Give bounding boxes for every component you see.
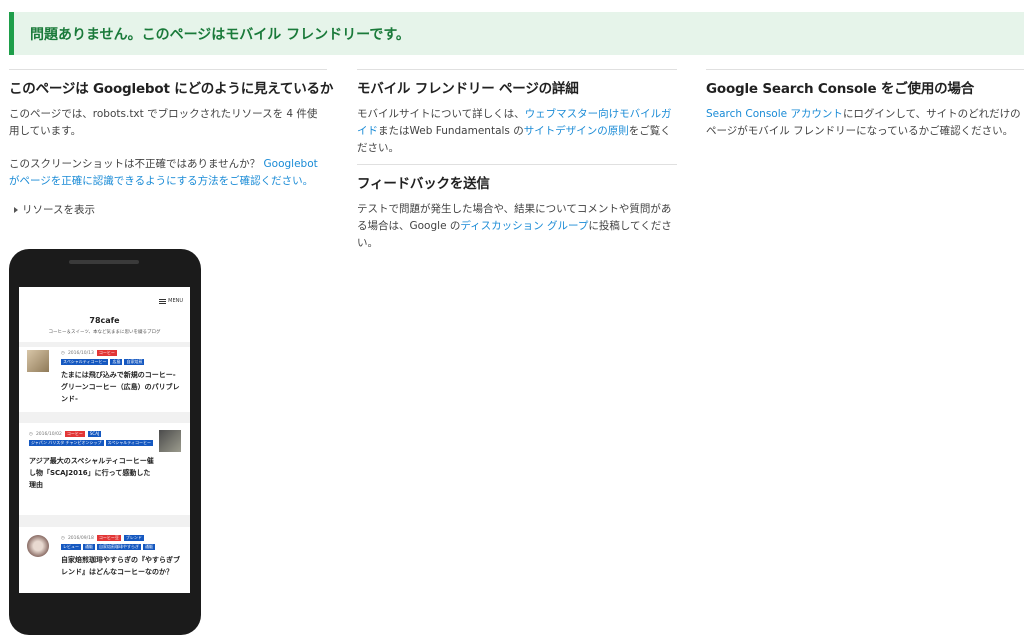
search-console-account-link[interactable]: Search Console アカウント	[706, 108, 843, 120]
feedback-heading: フィードバックを送信	[357, 176, 490, 192]
screenshot-question: このスクリーンショットは不正確ではありませんか？	[9, 158, 261, 170]
article-date: 2016/10/13	[67, 350, 94, 356]
googlebot-view-heading: このページは Googlebot にどのように見えているか	[9, 81, 334, 97]
article-meta: ◷ 2016/10/13 コーヒー	[61, 350, 117, 356]
expand-arrow-icon	[14, 206, 18, 213]
category-tag: コーヒー	[96, 350, 117, 356]
mobile-guide-text: モバイルサイトについて詳しくは、ウェブマスター向けモバイルガイドまたはWeb F…	[357, 106, 677, 157]
site-design-principles-link[interactable]: サイトデザインの原則	[524, 125, 629, 137]
category-tag: コーヒー	[64, 431, 85, 437]
divider	[9, 69, 327, 70]
article-title: 自家焙煎珈琲やすらぎの『やすらぎブレンド』はどんなコーヒーなのか？	[61, 556, 180, 576]
article-tags: レビュー 通販 自家焙煎珈琲やすらぎ 通販	[61, 544, 186, 550]
phone-speaker	[69, 260, 139, 264]
site-subtitle: コーヒー＆スイーツ、本など気ままに思いを綴るブログ	[48, 330, 161, 335]
menu-button: MENU	[159, 298, 183, 304]
googlebot-view-section: このページは Googlebot にどのように見えているか このページでは、ro…	[9, 69, 334, 190]
article-thumbnail	[27, 350, 49, 372]
search-console-text: Search Console アカウントにログインして、サイトのどれだけのページ…	[706, 106, 1024, 140]
tag: ジャパン バリスタ チャンピオンシップ	[29, 440, 104, 446]
tag: スペシャルティコーヒー	[105, 440, 153, 446]
status-message: 問題ありません。このページはモバイル フレンドリーです。	[30, 27, 410, 43]
tag: 通販	[83, 544, 95, 550]
article-meta: ◷ 2016/10/02 コーヒー SCAJ	[29, 431, 102, 437]
hamburger-icon	[159, 298, 167, 304]
article-title: たまには飛び込みで新規のコーヒー-グリーンコーヒー（広島）のパリブレンド-	[61, 371, 180, 403]
article-date: 2016/09/18	[67, 535, 94, 541]
article-date: 2016/10/02	[35, 431, 62, 437]
rendered-page-screenshot: MENU 78cafe コーヒー＆スイーツ、本など気ままに思いを綴るブログ ◷ …	[19, 287, 190, 593]
tag: 通販	[143, 544, 155, 550]
divider	[706, 69, 1024, 70]
mobile-guide-middle: またはWeb Fundamentals の	[378, 125, 524, 137]
category-tag: コーヒー豆	[96, 535, 121, 541]
blocked-resources-text: このページでは、robots.txt でブロックされたリソースを 4 件使用して…	[9, 108, 318, 137]
tag: レビュー	[61, 544, 81, 550]
clock-icon: ◷	[61, 535, 65, 541]
tag: スペシャルティコーヒー	[61, 359, 109, 365]
site-title: 78cafe	[89, 316, 120, 325]
show-resources-toggle[interactable]: リソースを表示	[14, 202, 95, 217]
article-card: ◷ 2016/09/18 コーヒー豆 ブレンド レビュー 通販 自家焙煎珈琲やす…	[19, 527, 190, 593]
article-meta: ◷ 2016/09/18 コーヒー豆 ブレンド	[61, 535, 144, 541]
divider	[357, 164, 677, 165]
menu-label: MENU	[168, 298, 183, 304]
tag: 広島	[110, 359, 123, 365]
article-thumbnail	[159, 430, 181, 452]
screenshot-accuracy-text: このスクリーンショットは不正確ではありませんか？ Googlebot がページを…	[9, 156, 327, 190]
divider	[357, 69, 677, 70]
mobile-friendly-details-section: モバイル フレンドリー ページの詳細 モバイルサイトについて詳しくは、ウェブマス…	[357, 69, 677, 252]
article-card: ◷ 2016/10/13 コーヒー スペシャルティコーヒー 広島 自家焙煎 たま…	[19, 347, 190, 412]
search-console-heading: Google Search Console をご使用の場合	[706, 81, 975, 97]
tag: ブレンド	[123, 535, 144, 541]
feedback-text: テストで問題が発生した場合や、結果についてコメントや質問がある場合は、Googl…	[357, 201, 677, 252]
tag: 自家焙煎珈琲やすらぎ	[97, 544, 141, 550]
article-tags: スペシャルティコーヒー 広島 自家焙煎	[61, 359, 181, 365]
article-thumbnail	[27, 535, 49, 557]
phone-preview: MENU 78cafe コーヒー＆スイーツ、本など気ままに思いを綴るブログ ◷ …	[9, 249, 201, 635]
status-banner: 問題ありません。このページはモバイル フレンドリーです。	[9, 12, 1024, 55]
show-resources-label: リソースを表示	[22, 204, 95, 216]
clock-icon: ◷	[29, 431, 33, 437]
article-title: アジア最大のスペシャルティコーヒー催し物「SCAJ2016」に行って感動した理由	[29, 457, 154, 489]
mobile-friendly-details-heading: モバイル フレンドリー ページの詳細	[357, 81, 579, 97]
search-console-section: Google Search Console をご使用の場合 Search Con…	[706, 69, 1024, 140]
article-tags: ジャパン バリスタ チャンピオンシップ スペシャルティコーヒー	[29, 440, 154, 446]
mobile-guide-prefix: モバイルサイトについて詳しくは、	[357, 108, 525, 120]
discussion-group-link[interactable]: ディスカッション グループ	[460, 220, 588, 232]
article-card: ◷ 2016/10/02 コーヒー SCAJ ジャパン バリスタ チャンピオンシ…	[19, 423, 190, 515]
site-header: MENU 78cafe コーヒー＆スイーツ、本など気ままに思いを綴るブログ	[19, 287, 190, 342]
tag: 自家焙煎	[124, 359, 145, 365]
clock-icon: ◷	[61, 350, 65, 356]
tag: SCAJ	[87, 431, 102, 437]
